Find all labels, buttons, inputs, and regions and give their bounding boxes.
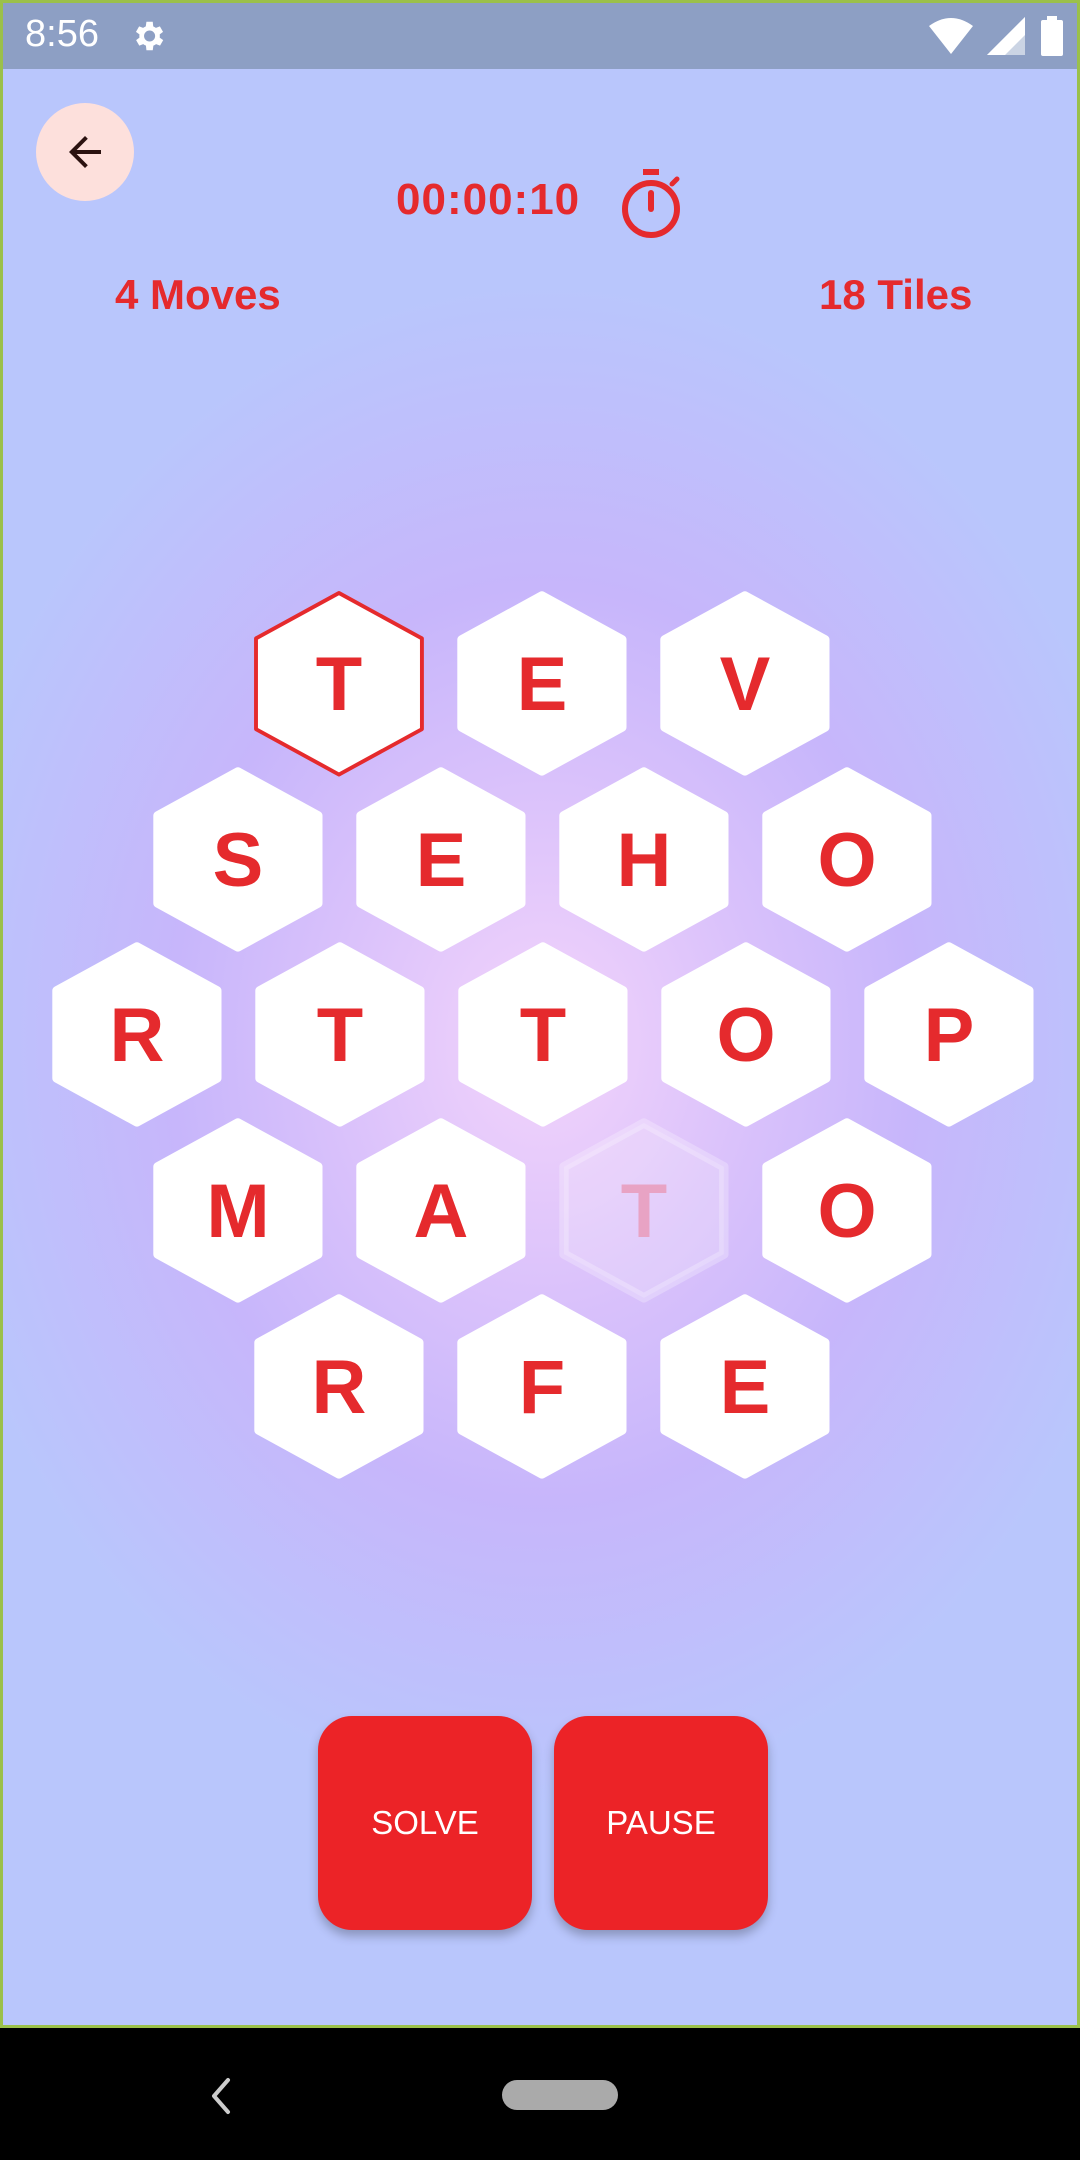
hex-tile-letter: P [923,992,975,1078]
hex-tile[interactable]: T [458,942,628,1128]
hex-tile-letter: T [316,992,364,1078]
back-button[interactable] [36,103,134,201]
hex-tile-letter: O [817,817,877,903]
battery-icon [1041,16,1063,56]
hex-tile-letter: O [716,992,776,1078]
status-icons [929,15,1063,57]
status-time: 8:56 [25,13,99,55]
hex-tile-letter: S [212,817,264,903]
hex-tile-letter: T [315,641,363,727]
nav-home-pill[interactable] [502,2080,618,2110]
hex-tile[interactable]: E [660,1294,830,1480]
tiles-counter: 18 Tiles [819,271,973,318]
hex-tile[interactable]: S [153,767,323,953]
hex-tile[interactable]: O [661,942,831,1128]
hex-tile-letter: H [616,817,672,903]
hex-tile[interactable]: M [153,1118,323,1304]
pause-button[interactable]: PAUSE [554,1716,768,1930]
game-screen: 8:56 00:00:10 4 Moves 18 Tiles T E V S E… [0,0,1080,2028]
hex-tile-letter: A [413,1168,469,1254]
moves-counter: 4 Moves [115,271,281,318]
hex-tile[interactable]: T [254,591,424,777]
hex-tile-letter: R [311,1344,367,1430]
hex-tile[interactable]: A [356,1118,526,1304]
solve-button[interactable]: SOLVE [318,1716,532,1930]
hex-tile-letter: E [719,1344,771,1430]
hex-tile-letter: E [516,641,568,727]
hex-tile-letter: R [109,992,165,1078]
hex-tile[interactable]: O [762,767,932,953]
stopwatch-icon [622,169,680,238]
arrow-left-icon [69,136,101,168]
hex-tile-letter: T [519,992,567,1078]
hex-tile-letter: F [518,1344,566,1430]
hex-tile[interactable]: F [457,1294,627,1480]
status-bar: 8:56 [3,3,1077,69]
hex-tile[interactable]: R [52,942,222,1128]
hex-tile[interactable]: T [255,942,425,1128]
hex-tile[interactable]: O [762,1118,932,1304]
hex-tile[interactable]: R [254,1294,424,1480]
nav-back-icon[interactable] [206,2076,236,2116]
hex-tile-letter: T [620,1168,668,1254]
settings-gear-icon [135,21,164,51]
hex-tile[interactable]: E [356,767,526,953]
hex-tile-letter: M [206,1168,270,1254]
hex-tile-letter: O [817,1168,877,1254]
hex-tile[interactable]: V [660,591,830,777]
hex-tile[interactable]: T [559,1118,729,1304]
wifi-icon [929,18,973,54]
hex-tile[interactable]: E [457,591,627,777]
hex-tile[interactable]: H [559,767,729,953]
hex-tile-letter: E [415,817,467,903]
hex-tile-letter: V [719,641,771,727]
elapsed-timer: 00:00:10 [396,175,581,224]
hex-tile[interactable]: P [864,942,1034,1128]
signal-icon [987,17,1025,55]
